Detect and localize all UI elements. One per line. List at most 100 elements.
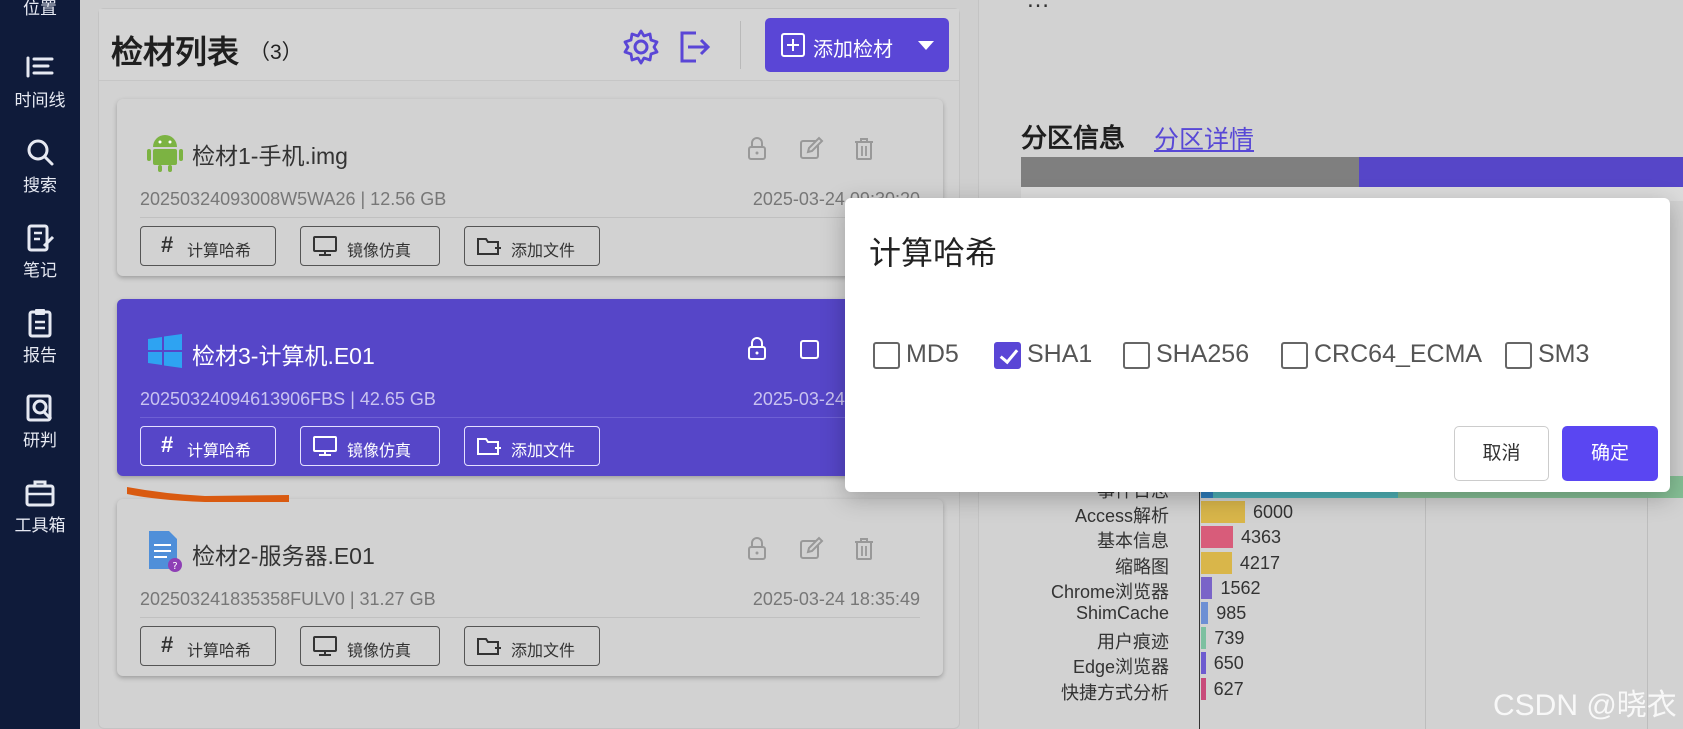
chart-row: Access解析 6000 xyxy=(979,499,1683,526)
edit-icon[interactable] xyxy=(798,536,824,562)
checkbox[interactable] xyxy=(1281,342,1308,369)
chart-value-label: 985 xyxy=(1216,603,1247,623)
sidebar-item-label: 笔记 xyxy=(23,261,57,280)
chart-row: Edge浏览器 650 xyxy=(979,650,1683,677)
chevron-down-icon[interactable] xyxy=(918,41,934,50)
note-icon xyxy=(24,222,56,254)
watermark: CSDN @晓衣 xyxy=(1493,689,1677,722)
compute-hash-button[interactable]: # 计算哈希 xyxy=(140,626,276,666)
compute-hash-button[interactable]: # 计算哈希 xyxy=(140,226,276,266)
chart-bar[interactable] xyxy=(1201,576,1213,599)
confirm-button[interactable]: 确定 xyxy=(1562,426,1658,481)
windows-icon xyxy=(145,329,185,373)
evidence-name[interactable]: 检材2-服务器.E01 xyxy=(192,537,375,571)
analysis-icon xyxy=(24,392,56,424)
report-icon xyxy=(24,307,56,339)
gear-icon[interactable] xyxy=(621,27,661,67)
checkbox[interactable] xyxy=(873,342,900,369)
sidebar-item-timeline[interactable]: 时间线 xyxy=(0,52,80,111)
cancel-button[interactable]: 取消 xyxy=(1454,426,1549,481)
partition-segment[interactable] xyxy=(1359,157,1683,187)
evidence-meta: 202503241835358FULV0 | 31.27 GB xyxy=(140,589,436,609)
chart-value-label: 4217 xyxy=(1239,552,1280,573)
chart-bar[interactable] xyxy=(1201,677,1206,700)
sidebar-item-label: 工具箱 xyxy=(14,516,66,535)
option-label: MD5 xyxy=(906,340,959,368)
edit-icon[interactable] xyxy=(798,336,824,362)
mirror-emulate-button[interactable]: 镜像仿真 xyxy=(300,426,440,466)
compute-hash-dialog: 计算哈希 MD5 SHA1 SHA256 CRC64_ECMA SM3 取消 确… xyxy=(845,198,1670,492)
card-divider xyxy=(140,217,920,218)
compute-hash-label: 计算哈希 xyxy=(187,443,252,460)
evidence-card-selected[interactable]: 检材3-计算机.E01 20250324094613906FBS | 42.65… xyxy=(117,299,943,476)
chart-row: Chrome浏览器 1562 xyxy=(979,575,1683,602)
chart-value-label: 650 xyxy=(1213,653,1244,674)
chart-category-label: ShimCache xyxy=(1075,603,1169,623)
server-file-icon: ? xyxy=(145,529,185,573)
mirror-emulate-button[interactable]: 镜像仿真 xyxy=(300,226,440,266)
sidebar-item-search[interactable]: 搜索 xyxy=(0,137,80,196)
add-evidence-button[interactable]: 添加检材 xyxy=(765,18,949,72)
panel-header: 检材列表 （3） 添加检材 xyxy=(99,9,959,81)
evidence-name[interactable]: 检材3-计算机.E01 xyxy=(192,337,375,371)
lock-icon[interactable] xyxy=(744,136,770,162)
chart-bar[interactable] xyxy=(1201,602,1209,624)
lock-icon[interactable] xyxy=(744,336,770,362)
mirror-emulate-label: 镜像仿真 xyxy=(347,443,412,460)
checkbox-checked[interactable] xyxy=(994,342,1021,369)
sidebar-item-toolbox[interactable]: 工具箱 xyxy=(0,477,80,536)
add-file-label: 添加文件 xyxy=(511,643,576,660)
sidebar-item-location[interactable]: 位置 xyxy=(0,0,80,19)
chart-bar[interactable] xyxy=(1201,551,1232,574)
hash-icon: # xyxy=(161,432,174,457)
sidebar-item-label: 研判 xyxy=(23,431,57,450)
evidence-card[interactable]: ? 检材2-服务器.E01 202503241835358FULV0 | 31.… xyxy=(117,499,943,676)
checkbox[interactable] xyxy=(1123,342,1150,369)
sidebar-item-label: 位置 xyxy=(23,0,57,18)
add-file-button[interactable]: 添加文件 xyxy=(464,226,600,266)
mirror-emulate-button[interactable]: 镜像仿真 xyxy=(300,626,440,666)
chart-bar[interactable] xyxy=(1201,627,1207,650)
folder-plus-icon xyxy=(477,235,501,257)
sidebar-item-report[interactable]: 报告 xyxy=(0,307,80,366)
timeline-icon xyxy=(24,52,56,84)
mirror-emulate-label: 镜像仿真 xyxy=(347,243,412,260)
mirror-emulate-label: 镜像仿真 xyxy=(347,643,412,660)
folder-plus-icon xyxy=(477,635,501,657)
option-label: SHA256 xyxy=(1156,340,1250,368)
chart-bar[interactable] xyxy=(1201,526,1233,549)
evidence-count: （3） xyxy=(249,41,303,64)
evidence-name[interactable]: 检材1-手机.img xyxy=(192,137,348,171)
checkbox[interactable] xyxy=(1505,342,1532,369)
hash-icon: # xyxy=(161,632,174,657)
trash-icon[interactable] xyxy=(851,136,877,162)
sidebar-item-label: 搜索 xyxy=(23,176,57,195)
sidebar-item-notes[interactable]: 笔记 xyxy=(0,222,80,281)
folder-plus-icon xyxy=(477,435,501,457)
trash-icon[interactable] xyxy=(851,536,877,562)
partition-info-title: 分区信息 xyxy=(1021,123,1126,153)
lock-icon[interactable] xyxy=(744,536,770,562)
sidebar-item-analysis[interactable]: 研判 xyxy=(0,392,80,451)
chart-value-label: 739 xyxy=(1214,628,1245,649)
chart-row: 缩略图 4217 xyxy=(979,550,1683,577)
evidence-card[interactable]: 检材1-手机.img 20250324093008W5WA26 | 12.56 … xyxy=(117,99,943,276)
chart-bar[interactable] xyxy=(1201,652,1206,675)
page-title: 检材列表 xyxy=(111,34,240,70)
dialog-title: 计算哈希 xyxy=(869,235,998,271)
compute-hash-button[interactable]: # 计算哈希 xyxy=(140,426,276,466)
export-icon[interactable] xyxy=(674,27,714,67)
edit-icon[interactable] xyxy=(798,136,824,162)
chart-value-label: 1562 xyxy=(1220,577,1261,598)
chart-bar[interactable] xyxy=(1201,501,1245,524)
chart-value-label: 627 xyxy=(1213,678,1244,699)
add-file-label: 添加文件 xyxy=(511,443,576,460)
hash-icon: # xyxy=(161,232,174,257)
partition-detail-link[interactable]: 分区详情 xyxy=(1154,120,1254,156)
add-file-button[interactable]: 添加文件 xyxy=(464,626,600,666)
sidebar-item-label: 报告 xyxy=(23,346,57,365)
add-file-button[interactable]: 添加文件 xyxy=(464,426,600,466)
toolbox-icon xyxy=(24,477,56,509)
evidence-meta: 20250324093008W5WA26 | 12.56 GB xyxy=(140,189,447,209)
option-label: SM3 xyxy=(1538,340,1590,368)
